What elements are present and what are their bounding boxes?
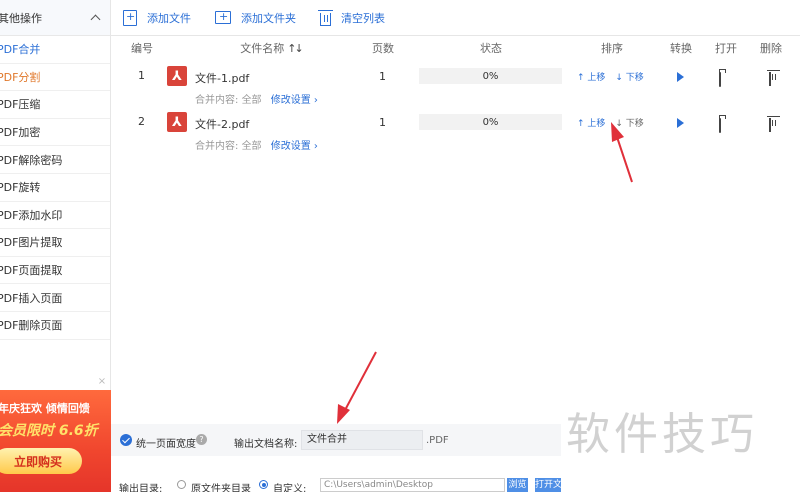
table-row: 1 ⅄ 文件-1.pdf 合并内容: 全部 修改设置 › 1 0% ↑ 上移 ↓ … [111,62,800,108]
delete-icon[interactable] [769,118,771,132]
header-convert: 转换 [670,42,692,55]
row-move-controls: ↑ 上移 ↓ 下移 [577,116,644,129]
row-filename: 文件-1.pdf [195,72,250,85]
uniform-width-checkbox[interactable] [120,434,132,446]
sidebar-item-pdf-decrypt[interactable]: PDF解除密码 [0,146,110,174]
clear-list-label: 清空列表 [341,11,385,25]
row-filename: 文件-2.pdf [195,118,250,131]
sidebar-item-pdf-insert-page[interactable]: PDF插入页面 [0,284,110,312]
play-icon[interactable] [677,72,684,82]
radio-original-folder[interactable] [177,480,186,489]
move-up-button[interactable]: ↑ 上移 [577,73,605,83]
sidebar-item-pdf-rotate[interactable]: PDF旋转 [0,174,110,202]
add-file-button[interactable]: 添加文件 [123,9,191,26]
add-folder-label: 添加文件夹 [241,11,296,25]
header-filename: 文件名称 [240,42,285,55]
row-progress: 0% [419,114,562,130]
merge-content-label: 合并内容: [195,95,239,106]
row-index: 1 [138,69,145,82]
trash-icon [318,9,333,26]
chevron-up-icon[interactable] [90,13,100,23]
output-path-input[interactable]: C:\Users\admin\Desktop [320,478,505,492]
promo-line-1: 年庆狂欢 倾情回馈 [0,402,90,415]
output-name-input[interactable]: 文件合并 [301,430,423,450]
close-icon[interactable]: × [96,376,108,388]
merge-content-value: 全部 [241,141,262,152]
radio-custom-folder[interactable] [259,480,268,489]
header-index: 编号 [131,42,153,55]
play-icon[interactable] [677,118,684,128]
row-move-controls: ↑ 上移 ↓ 下移 [577,70,644,83]
buy-now-button[interactable]: 立即购买 [0,448,82,474]
watermark-text: 软件技巧 [566,409,758,460]
original-folder-label: 原文件夹目录 [191,484,251,492]
move-down-button[interactable]: ↓ 下移 [615,119,643,129]
add-folder-icon [215,10,231,24]
row-merge-info: 合并内容: 全部 修改设置 › [195,137,318,152]
sidebar-item-pdf-page-extract[interactable]: PDF页面提取 [0,257,110,285]
merge-settings-bar: 统一页面宽度 ? 输出文档名称: 文件合并 .PDF [111,424,561,456]
output-extension: .PDF [426,435,449,446]
header-sort: 排序 [601,42,623,55]
add-file-icon [123,9,137,26]
table-row: 2 ⅄ 文件-2.pdf 合并内容: 全部 修改设置 › 1 0% ↑ 上移 ↓ … [111,108,800,154]
sort-icon[interactable]: ↑↓ [287,42,304,55]
open-folder-button[interactable]: 打开文 [535,478,561,492]
browse-button[interactable]: 浏览 [507,478,528,492]
merge-content-value: 全部 [241,95,262,106]
row-progress: 0% [419,68,562,84]
add-folder-button[interactable]: 添加文件夹 [215,10,296,26]
header-status: 状态 [480,42,502,55]
annotation-arrow-output-name [337,351,377,424]
sidebar-item-pdf-merge[interactable]: PDF合并 [0,36,110,64]
sidebar-item-pdf-split[interactable]: PDF分割 [0,64,110,92]
folder-open-icon[interactable] [719,72,721,87]
header-open: 打开 [715,42,737,55]
toolbar: 添加文件 添加文件夹 清空列表 [111,0,800,36]
clear-list-button[interactable]: 清空列表 [318,9,385,26]
edit-settings-link[interactable]: 修改设置 › [271,95,318,106]
promo-line-2: 会员限时 6.6折 [0,423,98,439]
header-filename-wrap[interactable]: 文件名称 ↑↓ [231,40,311,56]
sidebar-item-pdf-encrypt[interactable]: PDF加密 [0,119,110,147]
help-icon[interactable]: ? [196,434,207,445]
row-index: 2 [138,115,145,128]
merge-content-label: 合并内容: [195,141,239,152]
folder-open-icon[interactable] [719,118,721,133]
move-down-button[interactable]: ↓ 下移 [615,73,643,83]
output-dir-label: 输出目录: [119,484,163,492]
table-header: 编号 文件名称 ↑↓ 页数 状态 排序 转换 打开 删除 [111,36,800,60]
output-directory-row: 输出目录: 原文件夹目录 自定义: C:\Users\admin\Desktop… [111,476,571,492]
sidebar-item-pdf-watermark[interactable]: PDF添加水印 [0,202,110,230]
edit-settings-link[interactable]: 修改设置 › [271,141,318,152]
sidebar-item-pdf-compress[interactable]: PDF压缩 [0,91,110,119]
row-pages: 1 [379,116,386,129]
sidebar-item-pdf-delete-page[interactable]: PDF删除页面 [0,312,110,340]
row-merge-info: 合并内容: 全部 修改设置 › [195,91,318,106]
sidebar-header-title: 其他操作 [0,11,42,25]
move-up-button[interactable]: ↑ 上移 [577,119,605,129]
header-pages: 页数 [372,42,394,55]
pdf-icon: ⅄ [167,112,187,132]
header-delete: 删除 [760,42,782,55]
add-file-label: 添加文件 [147,11,191,25]
sidebar-item-pdf-image-extract[interactable]: PDF图片提取 [0,229,110,257]
delete-icon[interactable] [769,72,771,86]
uniform-width-label: 统一页面宽度 [136,439,196,450]
pdf-icon: ⅄ [167,66,187,86]
custom-folder-label: 自定义: [273,484,307,492]
sidebar-list: PDF合并 PDF分割 PDF压缩 PDF加密 PDF解除密码 PDF旋转 PD… [0,36,110,340]
output-name-label: 输出文档名称: [234,439,298,450]
promo-banner-body[interactable]: 年庆狂欢 倾情回馈 会员限时 6.6折 立即购买 [0,390,111,492]
row-pages: 1 [379,70,386,83]
sidebar-header[interactable]: 其他操作 [0,0,110,36]
promo-banner: × 年庆狂欢 倾情回馈 会员限时 6.6折 立即购买 [0,376,111,492]
